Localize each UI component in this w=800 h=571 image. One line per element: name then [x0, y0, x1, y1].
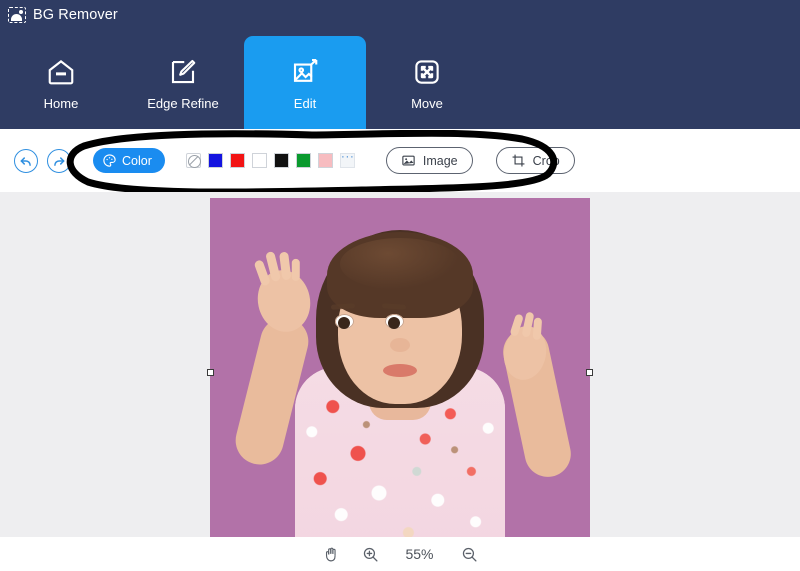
- zoom-level-label: 55%: [401, 546, 439, 562]
- swatch-black[interactable]: [274, 153, 289, 168]
- tab-home[interactable]: Home: [0, 36, 122, 129]
- edit-toolbar: Color Image: [0, 129, 800, 192]
- color-button-label: Color: [122, 154, 152, 168]
- redo-button[interactable]: [47, 149, 71, 173]
- hand-tool-button[interactable]: [323, 546, 340, 563]
- move-arrows-icon: [412, 54, 442, 90]
- tab-edit[interactable]: Edit: [244, 36, 366, 129]
- redo-arrow-icon: [52, 154, 66, 168]
- image-dashed-icon: [8, 7, 26, 23]
- resize-handle-right[interactable]: [586, 369, 593, 376]
- finger: [292, 259, 300, 281]
- top-navigation-bar: BG Remover Home Ed: [0, 0, 800, 129]
- edited-image[interactable]: [210, 198, 590, 537]
- color-swatch-list: [186, 153, 355, 168]
- pupil-right: [388, 317, 400, 329]
- mouth: [383, 364, 417, 377]
- editor-canvas[interactable]: [0, 192, 800, 537]
- swatch-white[interactable]: [252, 153, 267, 168]
- swatch-red[interactable]: [230, 153, 245, 168]
- swatch-green[interactable]: [296, 153, 311, 168]
- pupil-left: [338, 317, 350, 329]
- color-button[interactable]: Color: [93, 148, 165, 173]
- edit-image-icon: [290, 54, 320, 90]
- swatch-pink[interactable]: [318, 153, 333, 168]
- image-button-label: Image: [423, 154, 458, 168]
- zoom-in-icon: [362, 546, 379, 563]
- finger: [533, 318, 543, 341]
- zoom-out-button[interactable]: [461, 546, 478, 563]
- image-button[interactable]: Image: [386, 147, 473, 174]
- zoom-out-icon: [461, 546, 478, 563]
- picture-icon: [401, 153, 416, 168]
- tab-home-label: Home: [44, 96, 79, 111]
- swatch-more-button[interactable]: [340, 153, 355, 168]
- zoom-in-button[interactable]: [362, 546, 379, 563]
- palette-icon: [102, 153, 117, 168]
- swatch-transparent[interactable]: [186, 153, 201, 168]
- undo-arrow-icon: [19, 154, 33, 168]
- swatch-blue[interactable]: [208, 153, 223, 168]
- crop-button-label: Crop: [533, 154, 560, 168]
- app-window: BG Remover Home Ed: [0, 0, 800, 571]
- app-title: BG Remover: [33, 7, 118, 23]
- zoom-toolbar: 55%: [0, 537, 800, 571]
- tab-move-label: Move: [411, 96, 443, 111]
- hand-icon: [323, 546, 340, 563]
- tab-move[interactable]: Move: [366, 36, 488, 129]
- hair-highlight: [340, 238, 460, 290]
- crop-frame-icon: [511, 153, 526, 168]
- main-tabs: Home Edge Refine: [0, 36, 488, 129]
- edge-refine-icon: [168, 54, 198, 90]
- undo-button[interactable]: [14, 149, 38, 173]
- title-bar: BG Remover: [8, 7, 118, 23]
- tab-edit-label: Edit: [294, 96, 316, 111]
- crop-button[interactable]: Crop: [496, 147, 575, 174]
- resize-handle-left[interactable]: [207, 369, 214, 376]
- nose: [390, 338, 410, 352]
- tab-edge-refine-label: Edge Refine: [147, 96, 219, 111]
- tab-edge-refine[interactable]: Edge Refine: [122, 36, 244, 129]
- home-icon: [46, 54, 76, 90]
